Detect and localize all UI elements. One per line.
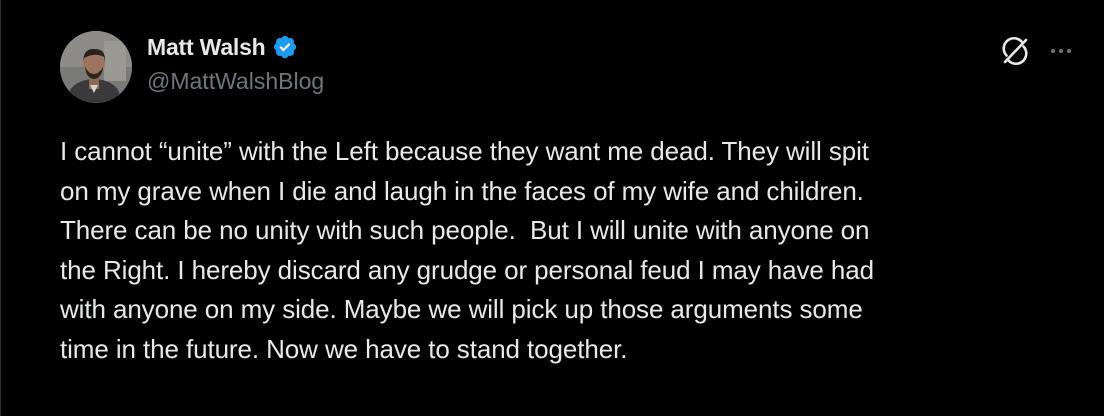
tweet-card: Matt Walsh @MattWalshBlog I cannot “unit… xyxy=(0,0,1104,416)
more-options-icon[interactable] xyxy=(1046,36,1076,66)
grok-icon[interactable] xyxy=(1000,36,1030,66)
author-handle[interactable]: @MattWalshBlog xyxy=(147,68,324,95)
more-dot xyxy=(1059,49,1063,53)
author-name[interactable]: Matt Walsh xyxy=(147,34,266,61)
more-dot xyxy=(1051,49,1055,53)
verified-badge-icon[interactable] xyxy=(272,34,298,60)
avatar-photo-icon xyxy=(60,31,132,103)
author-name-row[interactable]: Matt Walsh xyxy=(147,30,298,64)
author-avatar[interactable] xyxy=(60,31,132,103)
tweet-text: I cannot “unite” with the Left because t… xyxy=(60,136,874,364)
more-dot xyxy=(1067,49,1071,53)
